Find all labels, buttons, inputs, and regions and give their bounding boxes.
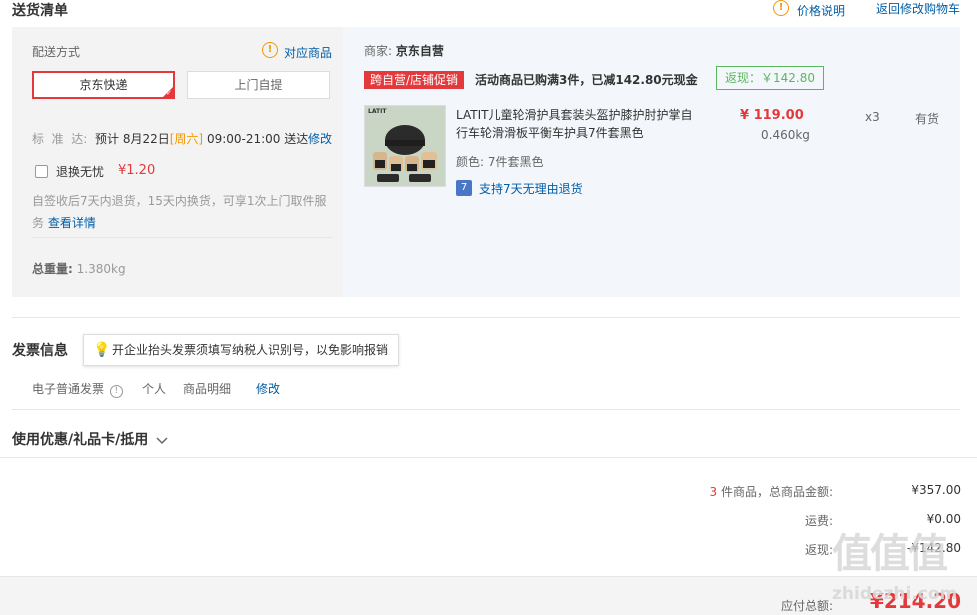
- promo-tag: 跨自营/店铺促销: [364, 71, 465, 89]
- coupon-toggle[interactable]: 使用优惠/礼品卡/抵用: [12, 429, 169, 449]
- chevron-down-icon: [156, 436, 168, 444]
- product-name-link[interactable]: LATIT儿童轮滑护具套装头盔护膝护肘护掌自行车轮滑滑板平衡车护具7件套黑色: [456, 106, 696, 142]
- summary-freight-label: 运费:: [804, 514, 833, 528]
- warning-icon: !: [773, 0, 789, 16]
- coupon-title: 使用优惠/礼品卡/抵用: [12, 432, 149, 448]
- view-detail-link[interactable]: 查看详情: [48, 216, 96, 230]
- summary-rebate-label: 返现:: [804, 543, 833, 557]
- product-color-value: 7件套黑色: [487, 155, 544, 169]
- summary-count-number: 3: [709, 485, 718, 499]
- return-worry-price: ¥1.20: [118, 163, 156, 178]
- invoice-modify-link[interactable]: 修改: [256, 380, 280, 397]
- invoice-type-label: 电子普通发票: [32, 382, 105, 396]
- payable-bar: 应付总额: ¥214.20: [0, 576, 977, 615]
- section-divider: [0, 457, 977, 458]
- payable-label: 应付总额:: [780, 599, 833, 613]
- summary-freight: ¥0.00: [926, 512, 961, 526]
- return-worry-label: 退换无忧: [56, 165, 105, 179]
- divider: [32, 237, 332, 238]
- price-explain-label[interactable]: 价格说明: [797, 2, 845, 19]
- delivery-time: 09:00-21:00 送达: [206, 132, 309, 146]
- shipping-method-label: 配送方式: [32, 45, 81, 59]
- info-icon[interactable]: !: [109, 385, 123, 398]
- invoice-content: 商品明细: [183, 382, 232, 396]
- return-worry-description: 自签收后7天内退货，15天内换货，可享1次上门取件服务 查看详情: [32, 190, 330, 234]
- promo-text: 活动商品已购满3件，已减142.80元现金: [475, 73, 698, 87]
- rebate-badge: 返现：￥142.80: [716, 66, 824, 90]
- product-stock: 有货: [915, 112, 940, 126]
- invoice-holder: 个人: [142, 382, 167, 396]
- page-title: 送货清单: [12, 3, 68, 19]
- merchant-name: 京东自营: [395, 44, 444, 58]
- summary-total: ¥357.00: [911, 483, 961, 497]
- delivery-date: 预计 8月22日: [95, 132, 170, 146]
- summary-count-text: 件商品，总商品金额:: [720, 485, 833, 499]
- product-weight: 0.460kg: [761, 128, 810, 142]
- merchant-label: 商家:: [364, 44, 393, 58]
- total-weight-value: 1.380kg: [76, 262, 126, 276]
- return-7days-link[interactable]: 支持7天无理由退货: [479, 180, 583, 197]
- standard-delivery-label: 标 准 达:: [32, 132, 88, 146]
- product-color: 颜色: 7件套黑色: [456, 153, 544, 170]
- invoice-type: 电子普通发票 !: [32, 380, 123, 398]
- warning-icon: !: [262, 42, 278, 58]
- product-image-brand: LATIT: [368, 108, 387, 115]
- invoice-tip-text: 开企业抬头发票须填写纳税人识别号，以免影响报销: [112, 343, 389, 357]
- delivery-estimate: 预计 8月22日[周六] 09:00-21:00 送达: [95, 130, 308, 147]
- lightbulb-icon: 💡: [93, 342, 111, 358]
- product-thumbnail-icon: [365, 106, 445, 186]
- shipping-option-jd-label: 京东快递: [79, 78, 128, 92]
- invoice-tip: 💡 开企业抬头发票须填写纳税人识别号，以免影响报销: [83, 334, 400, 366]
- return-7days-icon: 7: [456, 180, 472, 196]
- shipping-option-jd-express[interactable]: 京东快递 ✓: [32, 71, 175, 99]
- invoice-title: 发票信息: [12, 343, 68, 359]
- watermark-text: zhidezhi.com: [832, 584, 958, 604]
- section-divider: [12, 317, 960, 318]
- delivery-weekday: [周六]: [169, 132, 204, 146]
- product-image[interactable]: LATIT: [364, 105, 446, 187]
- shipping-option-pickup-label: 上门自提: [234, 78, 283, 92]
- shipping-option-pickup[interactable]: 上门自提: [187, 71, 330, 99]
- section-divider: [12, 409, 960, 410]
- watermark-logo: 值值值: [832, 531, 948, 577]
- shipping-panel: [12, 27, 343, 297]
- check-icon: ✓: [166, 89, 172, 97]
- merchant-info: 商家: 京东自营: [364, 42, 444, 59]
- product-quantity: x3: [865, 110, 880, 124]
- summary-count: 3 件商品，总商品金额:: [709, 483, 833, 500]
- return-worry-checkbox[interactable]: [35, 165, 48, 178]
- back-to-cart-link[interactable]: 返回修改购物车: [876, 0, 960, 17]
- total-weight-label: 总重量:: [32, 262, 73, 276]
- match-products-label[interactable]: 对应商品: [284, 44, 332, 61]
- product-color-label: 颜色:: [456, 155, 485, 169]
- delivery-modify-link[interactable]: 修改: [308, 130, 332, 147]
- total-weight: 总重量: 1.380kg: [32, 260, 126, 277]
- product-price: ¥ 119.00: [740, 108, 804, 123]
